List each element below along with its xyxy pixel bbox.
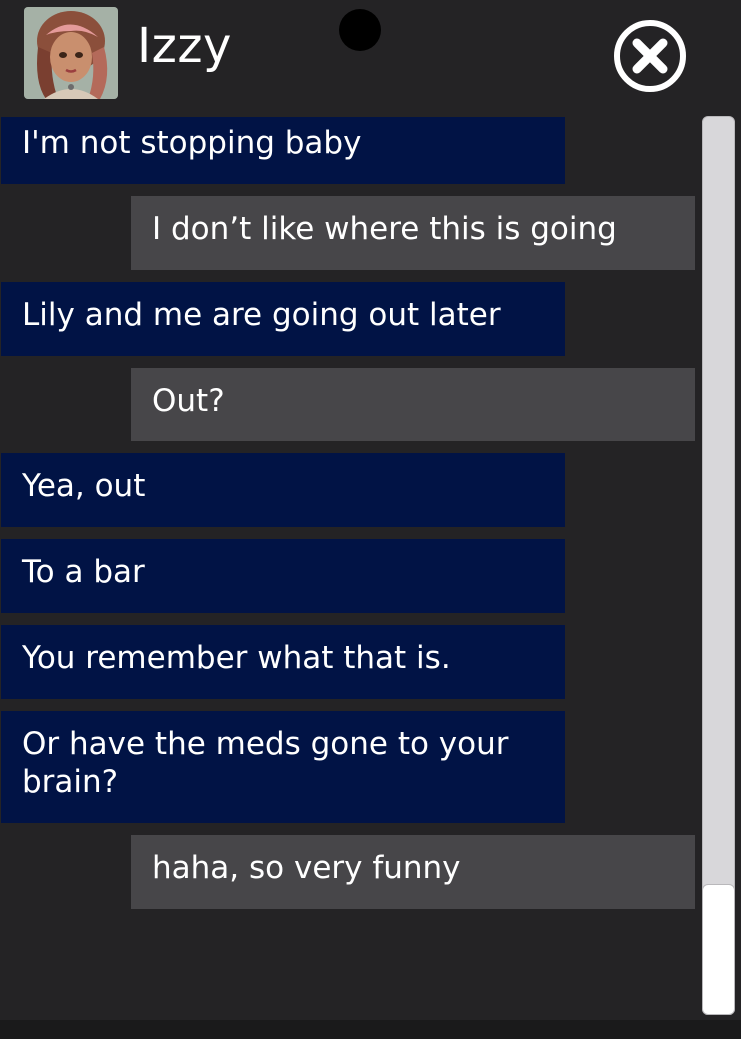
message-outgoing: Out? — [131, 368, 695, 441]
message-incoming: Or have the meds gone to your brain? — [1, 711, 565, 823]
avatar[interactable] — [24, 7, 118, 99]
camera-cutout — [339, 9, 381, 51]
message-list[interactable]: I'm not stopping baby I don’t like where… — [0, 0, 700, 1020]
message-incoming: You remember what that is. — [1, 625, 565, 699]
message-outgoing: I don’t like where this is going — [131, 196, 695, 270]
chat-screen: I'm not stopping baby I don’t like where… — [0, 0, 741, 1039]
close-button[interactable] — [612, 18, 688, 94]
scrollbar-thumb[interactable] — [702, 884, 735, 1015]
message-incoming: I'm not stopping baby — [1, 117, 565, 184]
contact-name: Izzy — [137, 18, 232, 74]
message-incoming: Lily and me are going out later — [1, 282, 565, 356]
message-incoming: Yea, out — [1, 453, 565, 527]
circle-x-icon — [614, 20, 686, 92]
bottom-bar — [0, 1020, 741, 1039]
message-incoming: To a bar — [1, 539, 565, 613]
message-outgoing: haha, so very funny — [131, 835, 695, 909]
scrollbar-track[interactable] — [702, 116, 735, 1015]
profile-photo-icon — [24, 7, 118, 99]
